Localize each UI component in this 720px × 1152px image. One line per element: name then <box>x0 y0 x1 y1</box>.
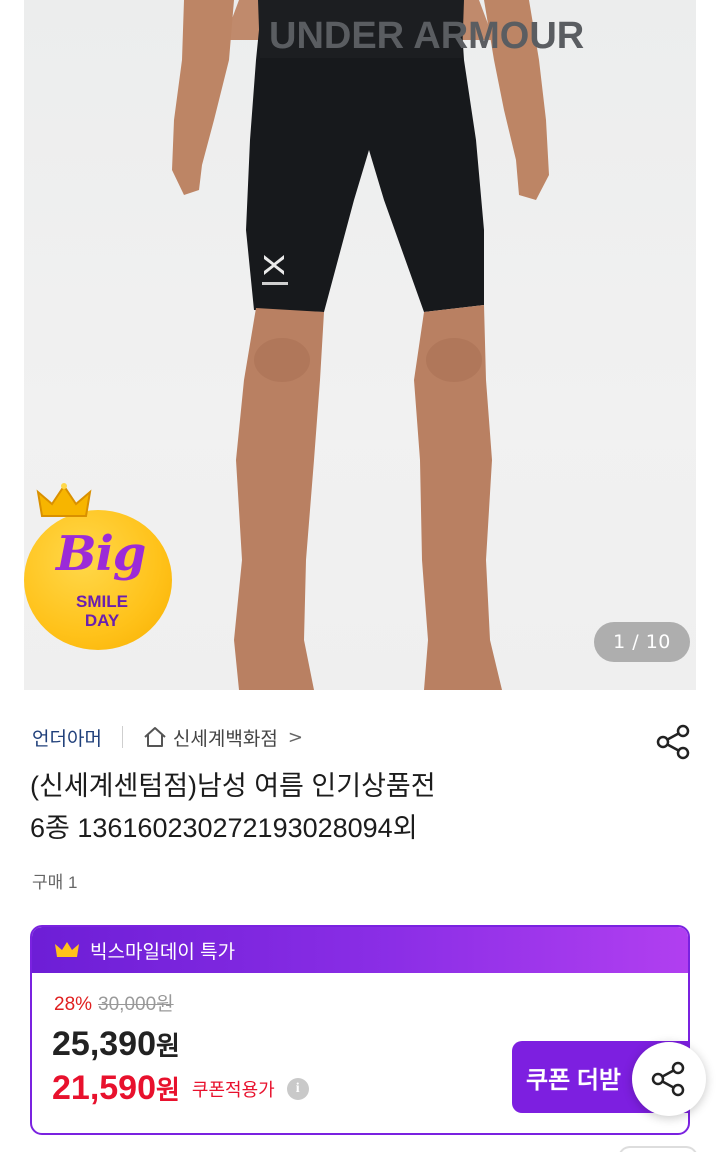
home-icon <box>144 727 166 747</box>
promo-header: 빅스마일데이 특가 <box>32 927 688 973</box>
big-smile-day-badge: Big SMILE DAY <box>24 482 176 650</box>
brand-row: 언더아머 신세계백화점 > <box>32 722 303 752</box>
image-counter: 1 / 10 <box>594 622 690 662</box>
sale-price-unit: 원 <box>156 1031 180 1061</box>
price-box: 빅스마일데이 특가 28% 30,000원 25,390원 21,590원 쿠폰… <box>30 925 690 1135</box>
discount-rate: 28% <box>54 994 93 1015</box>
original-price: 30,000원 <box>98 994 174 1015</box>
info-icon[interactable]: i <box>286 1077 309 1100</box>
share-button[interactable] <box>654 722 694 762</box>
crown-icon <box>36 483 92 517</box>
badge-line2: DAY <box>84 611 120 630</box>
purchase-count: 구매 1 <box>32 873 78 892</box>
product-title: (신세계센텀점)남성 여름 인기상품전 6종 13616023027219302… <box>30 765 650 849</box>
product-image-carousel[interactable]: UNDER ARMOUR Big SMILE DAY 1 / 10 <box>0 0 720 690</box>
chevron-right-icon: > <box>287 726 303 748</box>
discount-row: 28% 30,000원 <box>54 989 174 1016</box>
share-icon <box>656 724 690 760</box>
store-name: 신세계백화점 <box>172 727 278 750</box>
badge-big-text: Big <box>56 526 146 582</box>
waistband-text: UNDER ARMOUR <box>269 15 584 57</box>
brand-link[interactable]: 언더아머 <box>32 724 102 751</box>
floating-share-button[interactable] <box>632 1042 706 1116</box>
promo-label: 빅스마일데이 특가 <box>90 941 236 963</box>
divider <box>121 726 123 748</box>
crown-icon <box>55 942 79 957</box>
badge-subtitle: SMILE DAY <box>52 592 152 630</box>
sale-price: 25,390원 <box>52 1025 180 1064</box>
coupon-price-number: 21,590 <box>52 1069 156 1107</box>
coupon-price-unit: 원 <box>156 1075 180 1105</box>
coupon-price: 21,590원 <box>52 1069 180 1108</box>
product-title-line1: (신세계센텀점)남성 여름 인기상품전 <box>30 771 436 801</box>
share-icon <box>651 1061 685 1097</box>
product-title-line2: 6종 1361602302721930280​94외 <box>30 813 418 843</box>
bottom-floating-button-edge[interactable] <box>618 1146 698 1152</box>
store-link[interactable]: 신세계백화점 > <box>143 724 303 751</box>
coupon-price-row: 21,590원 쿠폰적용가 i <box>52 1069 309 1108</box>
coupon-price-label: 쿠폰적용가 <box>191 1079 275 1100</box>
sale-price-number: 25,390 <box>52 1025 156 1063</box>
badge-line1: SMILE <box>76 592 128 611</box>
